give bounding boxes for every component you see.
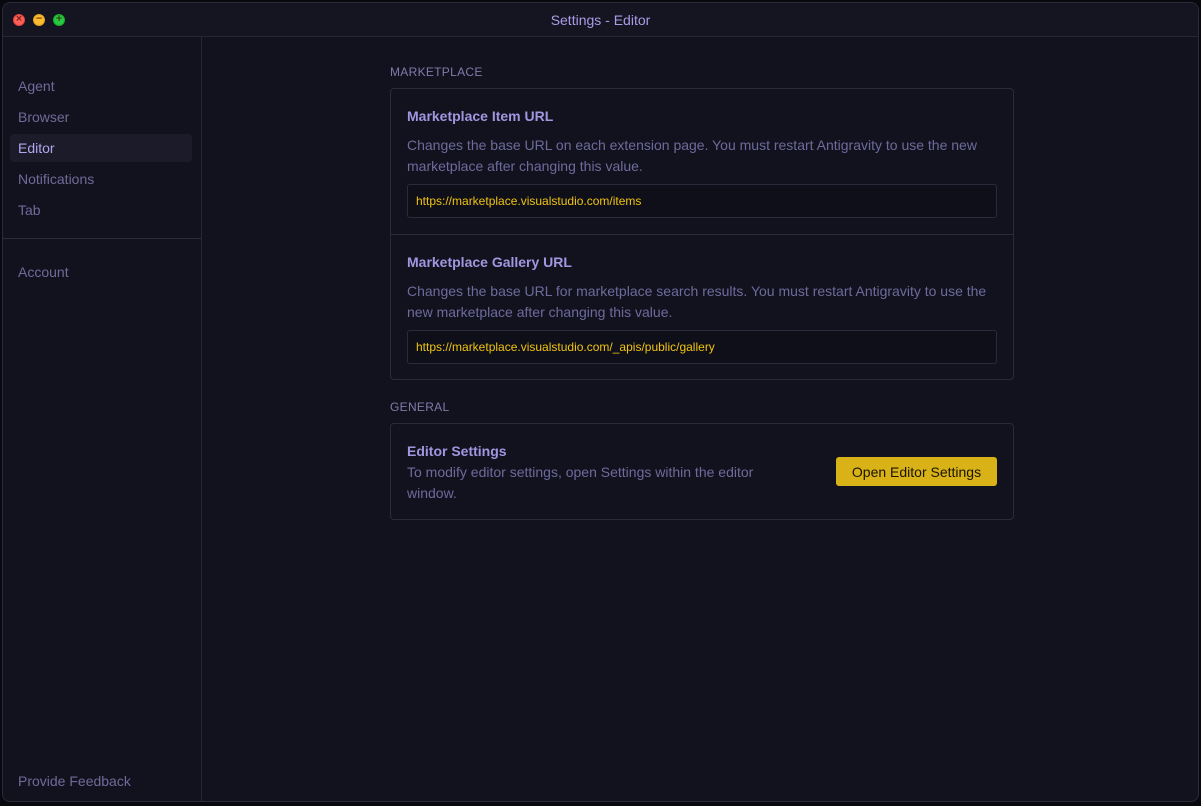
marketplace-item-url-row: Marketplace Item URL Changes the base UR… [391,89,1013,235]
marketplace-gallery-url-input[interactable] [407,330,997,364]
provide-feedback-link[interactable]: Provide Feedback [18,773,131,789]
settings-window: × − + Settings - Editor Agent Browser Ed… [2,2,1199,802]
sidebar-item-tab[interactable]: Tab [10,196,192,224]
marketplace-gallery-url-row: Marketplace Gallery URL Changes the base… [391,235,1013,381]
marketplace-item-url-description: Changes the base URL on each extension p… [407,137,977,174]
sidebar-divider [3,238,201,239]
editor-settings-description: To modify editor settings, open Settings… [407,464,754,501]
section-label-marketplace: MARKETPLACE [390,65,483,79]
settings-sidebar: Agent Browser Editor Notifications Tab A… [3,37,202,801]
section-label-general: GENERAL [390,400,450,414]
general-card: Editor Settings To modify editor setting… [390,423,1014,520]
settings-content: MARKETPLACE Marketplace Item URL Changes… [202,37,1198,801]
sidebar-item-notifications[interactable]: Notifications [10,165,192,193]
marketplace-card: Marketplace Item URL Changes the base UR… [390,88,1014,380]
sidebar-item-agent[interactable]: Agent [10,72,192,100]
marketplace-gallery-url-title: Marketplace Gallery URL [407,254,572,270]
marketplace-item-url-input[interactable] [407,184,997,218]
marketplace-item-url-title: Marketplace Item URL [407,108,554,124]
sidebar-item-account[interactable]: Account [10,258,192,286]
title-bar: × − + Settings - Editor [3,3,1198,37]
editor-settings-title: Editor Settings [407,443,507,459]
sidebar-item-browser[interactable]: Browser [10,103,192,131]
marketplace-gallery-url-description: Changes the base URL for marketplace sea… [407,283,987,320]
sidebar-item-editor[interactable]: Editor [10,134,192,162]
window-title: Settings - Editor [550,12,651,28]
open-editor-settings-button[interactable]: Open Editor Settings [836,457,997,486]
